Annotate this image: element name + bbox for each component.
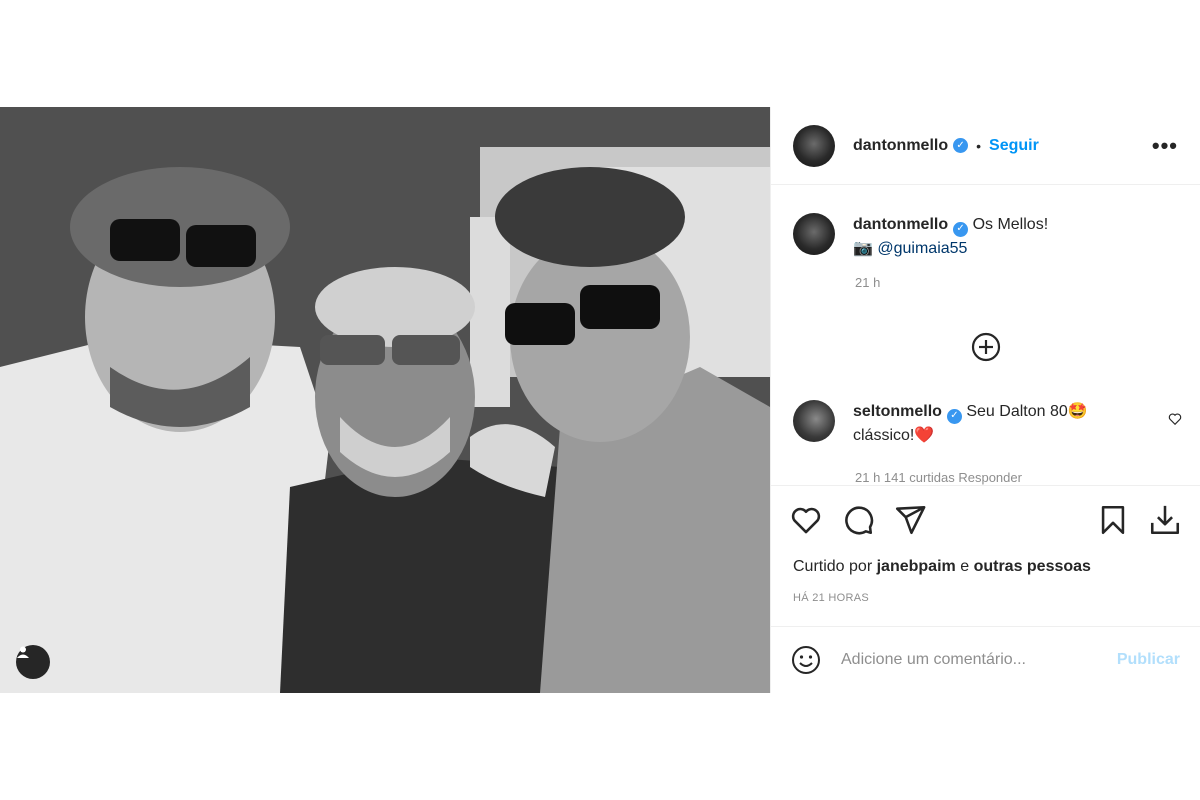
camera-emoji: 📷 — [853, 240, 873, 257]
likes-user[interactable]: janebpaim — [877, 558, 956, 575]
caption-time: 21 h — [855, 275, 881, 290]
action-bar: Curtido por janebpaim e outras pessoas H… — [771, 485, 1200, 626]
likes-and: e — [960, 558, 970, 575]
posted-time[interactable]: HÁ 21 HORAS — [771, 592, 1200, 604]
caption-text-block: dantonmello ✓ Os Mellos! 📷 @guimaia55 — [853, 213, 1048, 261]
like-heart-icon[interactable] — [789, 503, 823, 537]
action-icons-right — [1096, 503, 1182, 537]
commenter-avatar[interactable] — [793, 400, 835, 442]
caption-text: Os Mellos! — [972, 216, 1049, 233]
emoji-icon[interactable] — [791, 645, 821, 675]
comment-icon[interactable] — [841, 503, 875, 537]
verified-icon: ✓ — [953, 138, 969, 153]
share-icon[interactable] — [893, 503, 927, 537]
comments-section[interactable]: dantonmello ✓ Os Mellos! 📷 @guimaia55 21 … — [771, 185, 1200, 485]
more-options-icon[interactable]: ••• — [1152, 133, 1178, 159]
separator-dot: • — [976, 137, 982, 154]
likes-others[interactable]: outras pessoas — [974, 558, 1091, 575]
post-header: dantonmello ✓ • Seguir ••• — [771, 107, 1200, 185]
author-avatar[interactable] — [793, 124, 835, 167]
likes-prefix: Curtido por — [793, 558, 873, 575]
photo-illustration — [0, 107, 770, 693]
comment-line1: Seu Dalton 80🤩 — [966, 403, 1088, 420]
comment-text-block: seltonmello ✓ Seu Dalton 80🤩 clássico!❤️ — [853, 400, 1088, 448]
download-icon[interactable] — [1148, 503, 1182, 537]
comment-input[interactable] — [839, 650, 1117, 670]
add-comment-bar: Publicar — [771, 626, 1200, 693]
comment-meta: 21 h 141 curtidas Responder — [855, 470, 1022, 485]
tag-user-icon[interactable] — [16, 645, 50, 679]
post-photo[interactable] — [0, 107, 770, 693]
credit-mention[interactable]: @guimaia55 — [877, 240, 967, 257]
add-circle-icon[interactable] — [971, 332, 1001, 362]
post-sidebar: dantonmello ✓ • Seguir ••• dantonmello ✓ … — [770, 107, 1200, 693]
comment-line2: clássico!❤️ — [853, 427, 935, 444]
likes-summary: Curtido por janebpaim e outras pessoas — [771, 558, 1200, 576]
caption-avatar[interactable] — [793, 213, 835, 255]
action-icons — [771, 486, 1200, 554]
verified-icon: ✓ — [953, 221, 969, 237]
comment-username[interactable]: seltonmello — [853, 403, 942, 420]
comment-like-heart-icon[interactable] — [1168, 412, 1182, 426]
follow-button[interactable]: Seguir — [989, 137, 1039, 155]
verified-icon: ✓ — [946, 408, 962, 424]
instagram-post: dantonmello ✓ • Seguir ••• dantonmello ✓ … — [0, 107, 1200, 693]
comment-item: seltonmello ✓ Seu Dalton 80🤩 clássico!❤️ — [771, 400, 1200, 448]
publish-button[interactable]: Publicar — [1117, 651, 1180, 669]
caption-username[interactable]: dantonmello — [853, 216, 948, 233]
save-bookmark-icon[interactable] — [1096, 503, 1130, 537]
caption: dantonmello ✓ Os Mellos! 📷 @guimaia55 — [771, 213, 1200, 261]
author-username[interactable]: dantonmello — [853, 137, 948, 155]
